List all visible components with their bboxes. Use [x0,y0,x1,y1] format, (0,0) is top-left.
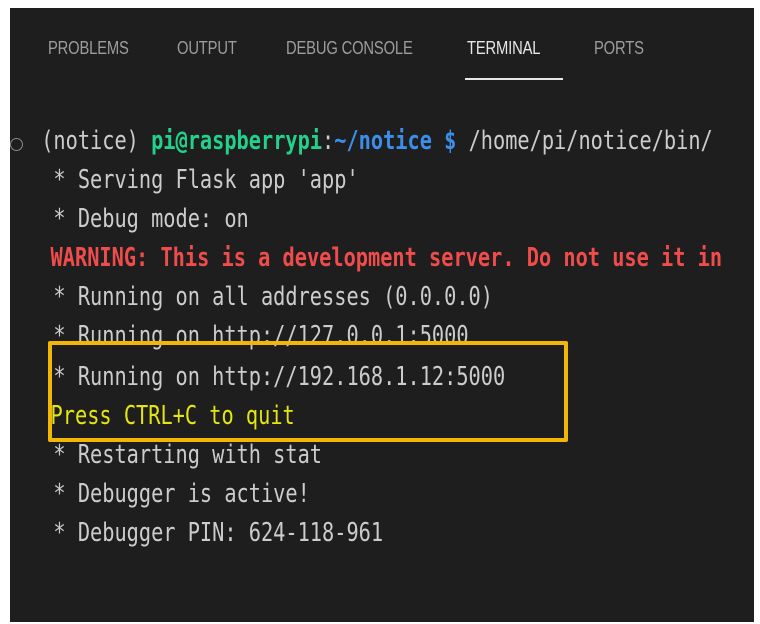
terminal-panel: PROBLEMS OUTPUT DEBUG CONSOLE TERMINAL P… [10,8,754,622]
venv-prefix: (notice) [41,126,152,156]
prompt-path: ~/notice [334,126,432,156]
prompt-user-host: pi@raspberrypi [151,126,323,156]
tab-output[interactable]: OUTPUT [177,38,237,68]
output-line: * Serving Flask app 'app' [41,165,359,195]
output-line: * Debugger is active! [41,479,310,509]
warning-line: WARNING: This is a development server. D… [50,243,723,273]
output-line: * Running on all addresses (0.0.0.0) [41,282,493,312]
panel-tab-bar: PROBLEMS OUTPUT DEBUG CONSOLE TERMINAL P… [10,8,754,96]
highlight-box [48,341,568,442]
prompt-command: /home/pi/notice/bin/ [456,126,713,156]
tab-debug-console[interactable]: DEBUG CONSOLE [286,38,413,68]
tab-terminal[interactable]: TERMINAL [467,38,540,68]
output-line: * Debugger PIN: 624-118-961 [41,518,384,548]
prompt-line: (notice) pi@raspberrypi:~/notice $ /home… [41,124,713,158]
tab-ports[interactable]: PORTS [594,38,644,68]
tab-problems[interactable]: PROBLEMS [48,38,129,68]
active-tab-underline [465,78,563,80]
output-line: * Restarting with stat [41,440,323,470]
output-line: * Debug mode: on [41,204,249,234]
prompt-dollar: $ [431,126,457,156]
prompt-colon: : [322,126,335,156]
